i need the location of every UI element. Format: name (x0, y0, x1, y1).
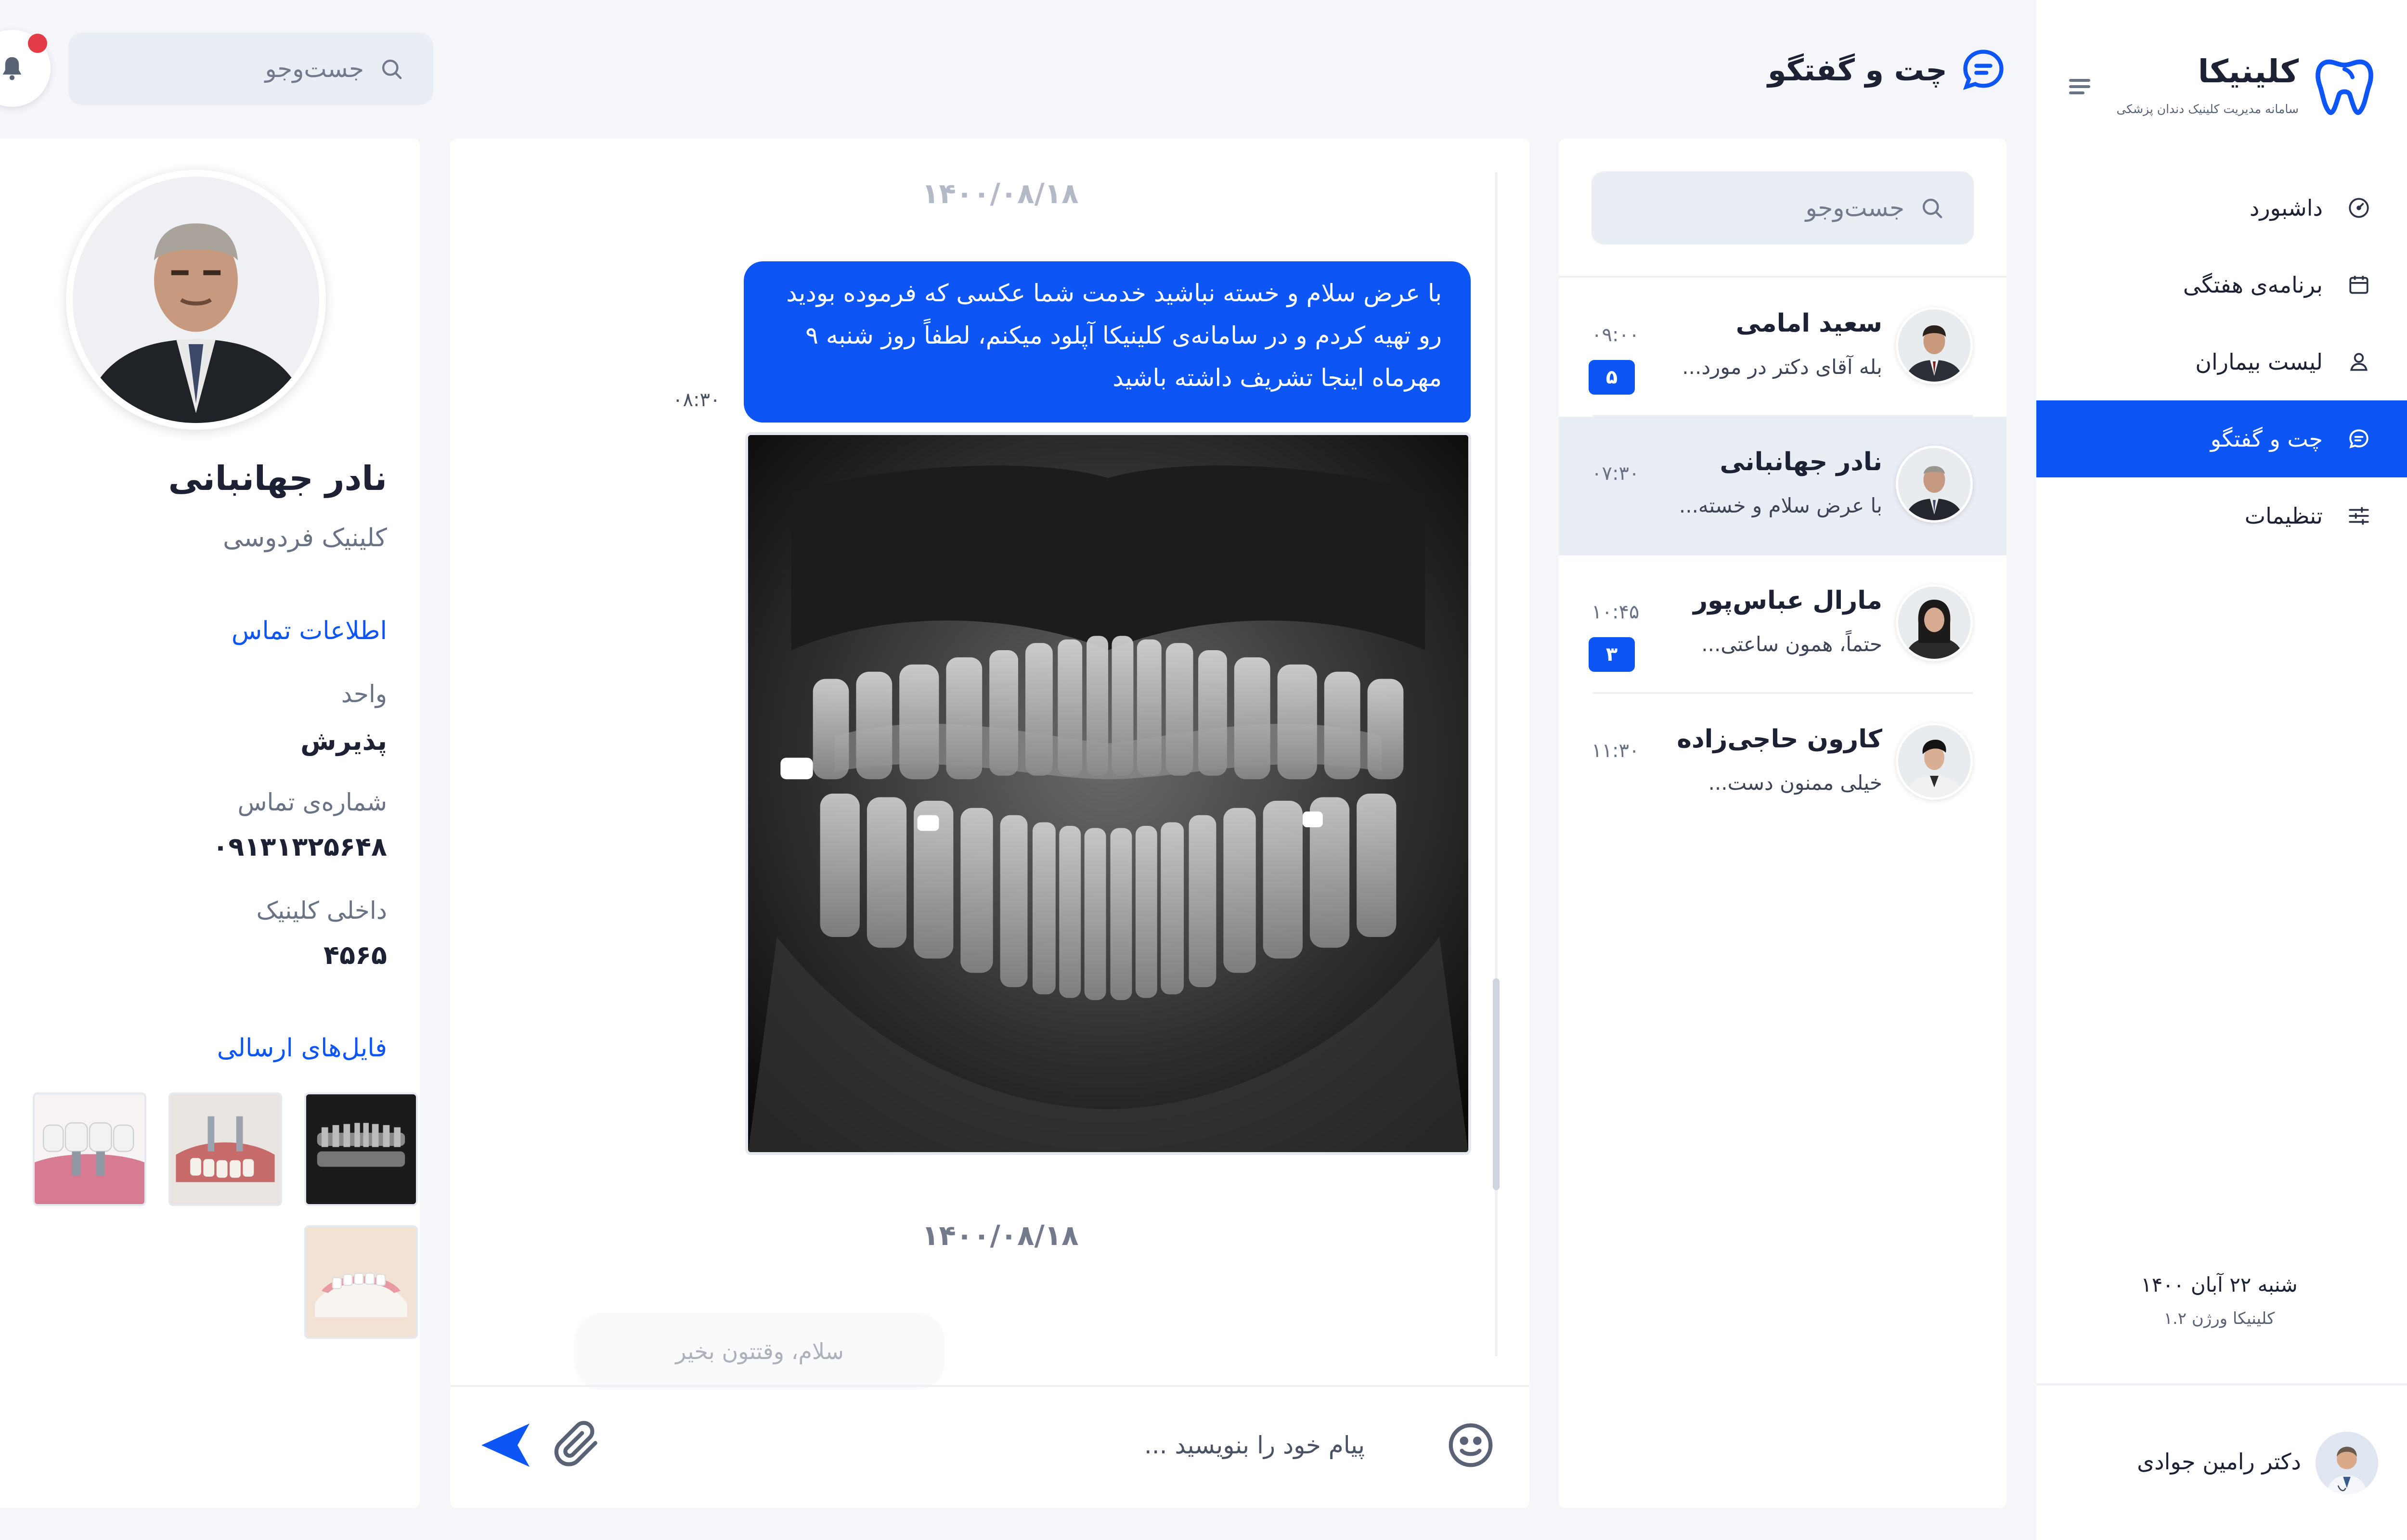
file-thumbnail-implant[interactable] (168, 1092, 282, 1206)
search-icon (382, 59, 402, 79)
user-avatar[interactable] (2316, 1432, 2378, 1494)
date-separator: ۱۴۰۰/۰۸/۱۸ (922, 1219, 1079, 1252)
phone-value: ۰۹۱۳۱۳۲۵۶۴۸ (212, 832, 387, 862)
contact-info-heading: اطلاعات تماس (231, 616, 387, 645)
xray-image-attachment[interactable] (745, 432, 1471, 1155)
contact-avatar (1896, 584, 1973, 661)
file-thumbnail-xray[interactable] (304, 1092, 418, 1206)
message-preview: خیلی ممنون دست... (1708, 771, 1882, 795)
global-search[interactable]: جست‌وجو (68, 33, 433, 105)
sidebar-item-weekly-schedule[interactable]: برنامه‌ی هفتگی (2036, 246, 2407, 323)
conversation-item[interactable]: سعید امامی بله آقای دکتر در مورد... ۰۹:۰… (1559, 278, 2006, 417)
incoming-message: سلام، وقتتون بخیر (574, 1313, 945, 1390)
brand-subtitle: سامانه مدیریت کلینیک دندان پزشکی (2116, 102, 2299, 116)
message-input[interactable] (595, 1419, 1365, 1472)
contact-name: سعید امامی (1735, 309, 1882, 338)
message-time: ۱۰:۴۵ (1592, 601, 1640, 623)
tooth-logo-icon (2316, 59, 2373, 115)
sidebar-item-chat[interactable]: چت و گفتگو (2036, 400, 2407, 477)
profile-name: نادر جهانبانی (168, 459, 387, 498)
sidebar-item-dashboard[interactable]: داشبورد (2036, 169, 2407, 246)
notification-dot (28, 34, 47, 53)
calendar-icon (2344, 270, 2373, 299)
send-icon[interactable] (477, 1416, 534, 1474)
chat-window: ۱۴۰۰/۰۸/۱۸ با عرض سلام و خسته نباشید خدم… (450, 139, 1529, 1508)
app-version: کلینیکا ورژن ۱.۲ (2163, 1309, 2275, 1328)
contact-name: نادر جهانبانی (1720, 448, 1882, 476)
outgoing-message: با عرض سلام و خسته نباشید خدمت شما عکسی … (744, 261, 1471, 423)
brand-name: کلینیکا (2198, 53, 2299, 90)
chat-icon (1963, 50, 2004, 90)
conversation-item[interactable]: مارال عباس‌پور حتماً، همون ساعتی... ۱۰:۴… (1559, 555, 2006, 694)
user-name: دکتر رامین جوادی (2137, 1449, 2301, 1475)
conversation-search[interactable]: جست‌وجو (1592, 171, 1974, 244)
sidebar-item-patients[interactable]: لیست بیماران (2036, 323, 2407, 400)
file-thumbnail-bridge[interactable] (33, 1092, 146, 1206)
dashboard-icon (2344, 193, 2373, 222)
unit-label: واحد (341, 680, 387, 708)
page-title-text: چت و گفتگو (1768, 52, 1947, 88)
extension-label: داخلی کلینیک (256, 897, 387, 924)
date-separator: ۱۴۰۰/۰۸/۱۸ (922, 177, 1079, 210)
contact-avatar (1896, 446, 1973, 523)
contact-name: کارون حاجی‌زاده (1677, 725, 1882, 754)
sidebar-item-settings[interactable]: تنظیمات (2036, 477, 2407, 554)
message-time: ۰۹:۰۰ (1592, 324, 1640, 346)
conversation-item[interactable]: نادر جهانبانی با عرض سلام و خسته... ۰۷:۳… (1559, 417, 2006, 555)
sidebar-item-label: داشبورد (2249, 195, 2323, 221)
settings-sliders-icon (2344, 501, 2373, 530)
message-preview: حتماً، همون ساعتی... (1701, 632, 1882, 656)
unit-value: پذیرش (300, 726, 387, 756)
file-thumbnail-denture[interactable] (304, 1225, 418, 1339)
contact-avatar (1896, 723, 1973, 800)
sidebar-item-label: چت و گفتگو (2210, 426, 2323, 452)
search-placeholder: جست‌وجو (1805, 194, 1905, 222)
conversation-item[interactable]: کارون حاجی‌زاده خیلی ممنون دست... ۱۱:۳۰ (1559, 694, 2006, 833)
sidebar-divider (2036, 1384, 2407, 1386)
divider (1559, 276, 2006, 278)
sidebar-item-label: تنظیمات (2244, 503, 2323, 529)
unread-badge: ۵ (1589, 360, 1635, 395)
menu-toggle-icon[interactable] (2065, 72, 2094, 101)
message-time: ۰۷:۳۰ (1592, 462, 1640, 485)
extension-value: ۴۵۶۵ (324, 940, 387, 970)
phone-label: شماره‌ی تماس (237, 788, 388, 816)
message-preview: با عرض سلام و خسته... (1679, 494, 1882, 517)
emoji-icon[interactable] (1444, 1419, 1497, 1472)
search-icon (1922, 198, 1942, 218)
chat-icon (2344, 424, 2373, 453)
sidebar: کلینیکا سامانه مدیریت کلینیک دندان پزشکی… (2036, 0, 2407, 1540)
sidebar-item-label: برنامه‌ی هفتگی (2183, 272, 2323, 298)
paperclip-icon[interactable] (551, 1419, 604, 1472)
message-time: ۰۸:۳۰ (673, 389, 721, 411)
profile-avatar (66, 170, 326, 430)
page-title: چت و گفتگو (1768, 46, 2007, 94)
profile-clinic: کلینیک فردوسی (223, 524, 387, 552)
brand-logo[interactable]: کلینیکا سامانه مدیریت کلینیک دندان پزشکی (2080, 48, 2378, 130)
contact-avatar (1896, 307, 1973, 384)
contact-profile: نادر جهانبانی کلینیک فردوسی اطلاعات تماس… (0, 139, 420, 1508)
sidebar-item-label: لیست بیماران (2195, 349, 2323, 375)
unread-badge: ۳ (1589, 637, 1635, 672)
user-icon (2344, 347, 2373, 376)
message-preview: بله آقای دکتر در مورد... (1682, 355, 1882, 379)
search-placeholder: جست‌وجو (265, 55, 364, 83)
bell-icon (2, 57, 22, 80)
conversation-list: جست‌وجو سعید امامی بله آقای دکتر در مورد… (1559, 139, 2006, 1508)
current-date: شنبه ۲۲ آبان ۱۴۰۰ (2141, 1273, 2298, 1296)
contact-name: مارال عباس‌پور (1693, 586, 1882, 615)
sent-files-heading: فایل‌های ارسالی (217, 1034, 387, 1063)
scrollbar-thumb[interactable] (1493, 978, 1500, 1190)
message-time: ۱۱:۳۰ (1592, 740, 1640, 762)
divider (450, 1385, 1529, 1387)
